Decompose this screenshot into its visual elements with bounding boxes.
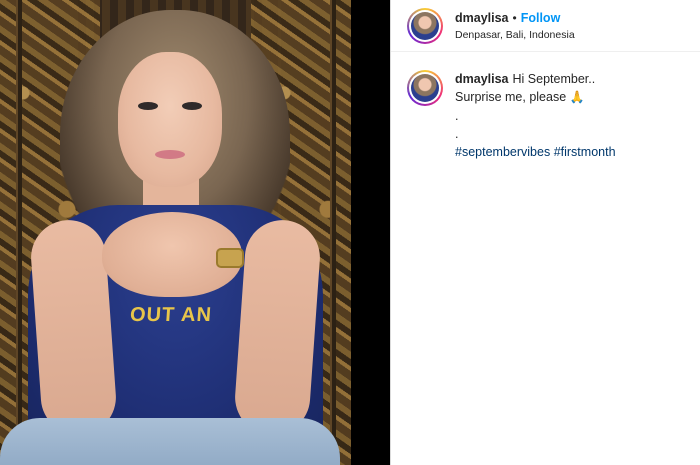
praying-hands-emoji-icon: 🙏 bbox=[569, 90, 585, 105]
caption-username-link[interactable]: dmaylisa bbox=[455, 72, 509, 86]
photo-subject-jeans bbox=[0, 418, 340, 465]
post-photo[interactable]: OUT AN bbox=[0, 0, 351, 465]
photo-subject-eye bbox=[138, 102, 158, 110]
caption-line-4: . bbox=[455, 126, 459, 141]
photo-subject-eye bbox=[182, 102, 202, 110]
caption-line-2: Surprise me, please 🙏 bbox=[455, 88, 616, 106]
post-header: dmaylisa • Follow Denpasar, Bali, Indone… bbox=[391, 0, 700, 52]
post-header-row: dmaylisa • Follow bbox=[455, 11, 575, 25]
caption-line-3: . bbox=[455, 108, 459, 123]
caption-avatar-image bbox=[411, 74, 439, 102]
post-side-panel: dmaylisa • Follow Denpasar, Bali, Indone… bbox=[390, 0, 700, 465]
post-header-text: dmaylisa • Follow Denpasar, Bali, Indone… bbox=[455, 11, 575, 41]
caption-avatar-ring-icon[interactable] bbox=[407, 70, 443, 106]
caption-text-line-1: Hi September.. bbox=[512, 72, 596, 86]
post-caption: dmaylisa Hi September.. Surprise me, plea… bbox=[391, 52, 700, 161]
hashtag-link[interactable]: #firstmonth bbox=[554, 145, 616, 159]
separator-dot: • bbox=[512, 10, 517, 25]
photo-door-rod bbox=[16, 0, 22, 465]
avatar bbox=[409, 9, 441, 42]
photo-door-rod bbox=[330, 0, 336, 465]
photo-subject-watch bbox=[216, 248, 244, 268]
hashtag-link[interactable]: #septembervibes bbox=[455, 145, 550, 159]
photo-subject-arm bbox=[232, 217, 323, 438]
caption-line-1: dmaylisa Hi September.. bbox=[455, 70, 616, 88]
caption-hashtags: #septembervibes #firstmonth bbox=[455, 143, 616, 161]
photo-subject-face bbox=[118, 52, 222, 187]
avatar-image bbox=[411, 11, 439, 40]
photo-subject-lips bbox=[155, 150, 185, 159]
caption-text: dmaylisa Hi September.. Surprise me, plea… bbox=[455, 70, 616, 161]
caption-text-line-2: Surprise me, please bbox=[455, 90, 567, 105]
photo-shirt-print: OUT AN bbox=[129, 304, 213, 326]
avatar-story-ring-icon[interactable] bbox=[407, 7, 443, 44]
post-media-area[interactable]: OUT AN bbox=[0, 0, 390, 465]
post-username-link[interactable]: dmaylisa bbox=[455, 11, 509, 25]
location-link[interactable]: Denpasar, Bali, Indonesia bbox=[455, 29, 575, 41]
caption-avatar bbox=[409, 72, 441, 104]
follow-button[interactable]: Follow bbox=[521, 11, 561, 25]
